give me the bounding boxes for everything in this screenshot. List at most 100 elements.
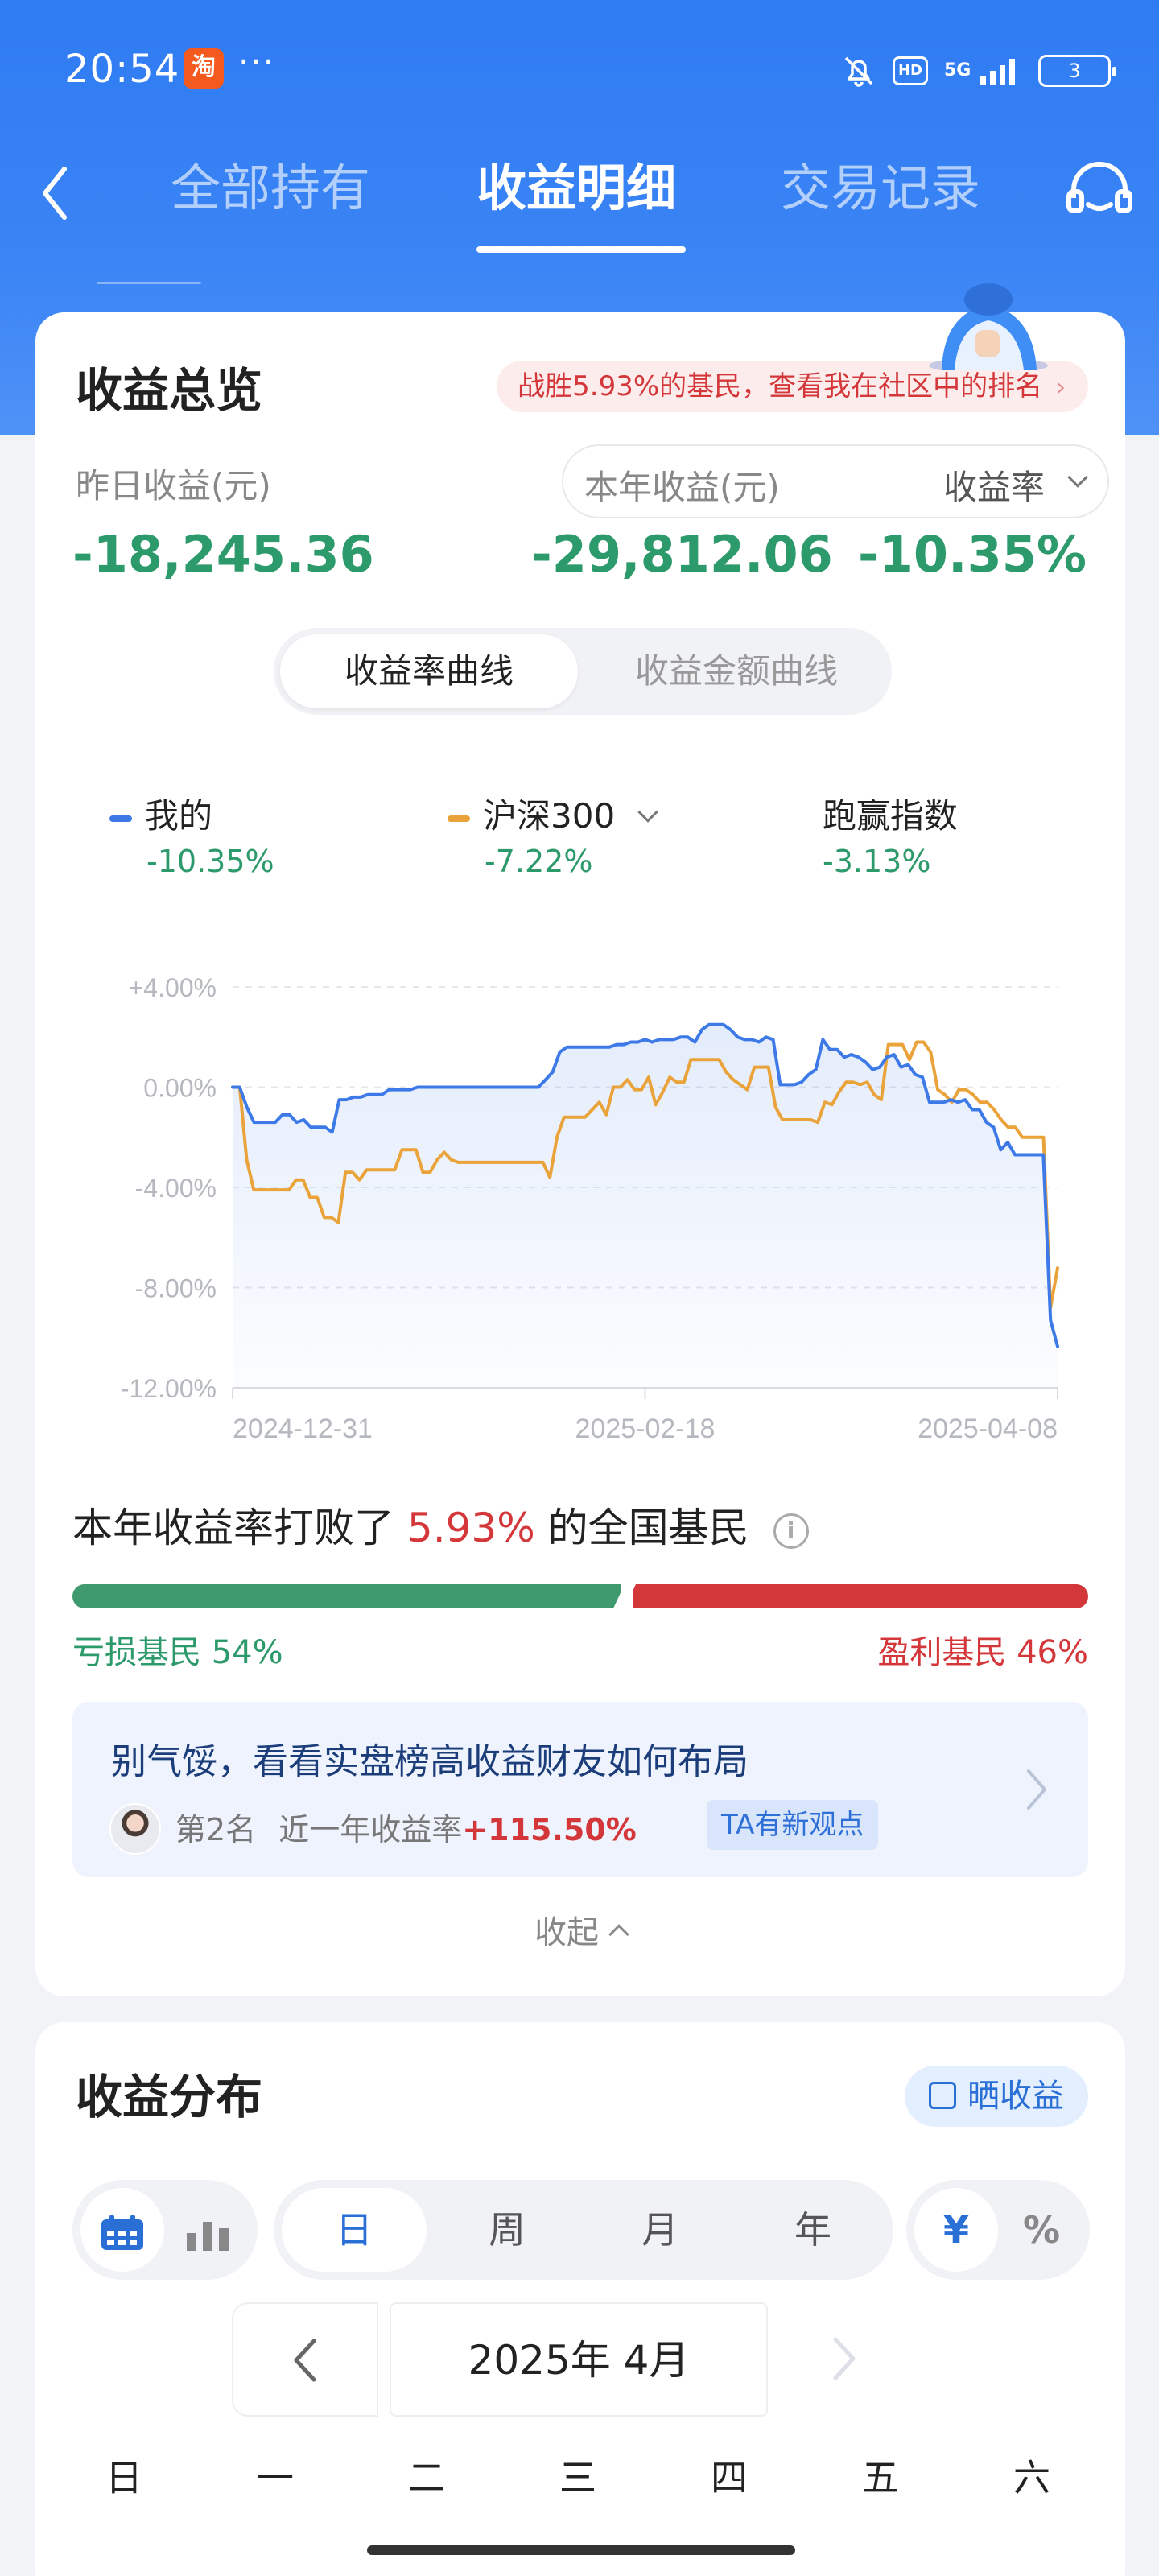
tab-profit-details[interactable]: 收益明细 (476, 148, 676, 229)
community-rank-text: 战胜5.93%的基民，查看我在社区中的排名 (518, 370, 1043, 402)
unit-yuan-button[interactable]: ¥ (914, 2188, 998, 2272)
year-rate-selector[interactable]: 本年收益(元) 收益率 (562, 444, 1109, 518)
new-view-badge: TA有新观点 (707, 1800, 879, 1850)
year-rate-value: -10.35% (858, 525, 1087, 584)
y-tick-label: -4.00% (135, 1174, 217, 1203)
calendar-icon (101, 2214, 143, 2250)
tab-trade-records[interactable]: 交易记录 (781, 148, 980, 229)
mascot-illustration (929, 283, 1048, 370)
rate-curve-tab[interactable]: 收益率曲线 (280, 634, 578, 708)
yesterday-profit-value: -18,245.36 (72, 525, 374, 584)
yesterday-profit-label: 昨日收益(元) (76, 466, 271, 506)
weekday-tue: 二 (408, 2456, 445, 2500)
hd-icon: HD (892, 56, 928, 85)
info-icon[interactable]: i (773, 1513, 809, 1549)
promo-headline: 别气馁，看看实盘榜高收益财友如何布局 (111, 1741, 749, 1782)
collapse-label: 收起 (534, 1914, 599, 1951)
prev-month-button[interactable] (232, 2302, 378, 2417)
weekday-mon: 一 (257, 2456, 294, 2500)
weekday-thu: 四 (711, 2456, 748, 2500)
legend-hs300-swatch (448, 815, 470, 822)
unit-switch: ¥ % (906, 2180, 1090, 2280)
amount-curve-tab[interactable]: 收益金额曲线 (588, 634, 885, 708)
curve-type-toggle: 收益率曲线 收益金额曲线 (274, 628, 892, 715)
status-bar: 20:54 淘 ··· HD 5G 3 (0, 0, 1159, 137)
signal-5g-icon: 5G (944, 57, 1022, 85)
weekday-wed: 三 (559, 2456, 596, 2500)
x-tick-label: 2024-12-31 (233, 1414, 373, 1444)
y-tick-label: -8.00% (135, 1274, 217, 1303)
mute-bell-icon (844, 56, 873, 87)
loss-investors-label: 亏损基民 54% (72, 1634, 283, 1671)
rate-selector-label: 收益率 (943, 468, 1046, 507)
legend-mine-label: 我的 (145, 796, 213, 836)
x-tick-label: 2025-04-08 (918, 1414, 1058, 1444)
unit-percent-button[interactable]: % (1000, 2188, 1083, 2272)
overview-title: 收益总览 (76, 363, 263, 418)
legend-hs300-pct: -7.22% (485, 844, 593, 879)
chevron-left-icon (294, 2339, 316, 2382)
status-time: 20:54 (64, 47, 180, 92)
mine-series-area (233, 1024, 1058, 1388)
calendar-view-button[interactable] (80, 2188, 164, 2272)
promo-metric: 近一年收益率 (278, 1812, 463, 1847)
back-arrow-icon[interactable] (29, 155, 77, 232)
y-tick-label: 0.00% (143, 1074, 217, 1103)
weekday-sat: 六 (1013, 2456, 1050, 2500)
active-tab-indicator (476, 246, 686, 253)
chevron-down-icon (1067, 467, 1088, 488)
view-mode-switch (72, 2180, 258, 2280)
y-tick-label: -12.00% (121, 1374, 217, 1403)
legend-hs300-label: 沪深300 (483, 796, 616, 836)
win-share-bar (633, 1584, 1088, 1608)
chevron-right-icon: › (1056, 374, 1066, 402)
legend-mine-swatch (109, 815, 132, 822)
more-notifications-icon: ··· (238, 42, 276, 81)
home-indicator[interactable] (367, 2545, 795, 2555)
period-month-tab[interactable]: 月 (588, 2188, 732, 2272)
loss-win-bar (72, 1581, 1088, 1612)
promo-rank-line: 第2名 近一年收益率+115.50% (175, 1805, 637, 1849)
current-month[interactable]: 2025年 4月 (390, 2302, 768, 2417)
bar-chart-icon (187, 2221, 229, 2251)
share-profit-button[interactable]: 晒收益 (905, 2066, 1088, 2127)
share-profit-label: 晒收益 (967, 2078, 1064, 2115)
distribution-title: 收益分布 (76, 2070, 263, 2124)
period-day-tab[interactable]: 日 (282, 2188, 427, 2272)
bar-chart-view-button[interactable] (166, 2188, 250, 2272)
year-profit-label: 本年收益(元) (584, 468, 780, 507)
avatar (109, 1803, 161, 1855)
header-divider (97, 282, 201, 284)
legend-mine-pct: -10.35% (146, 844, 274, 879)
collapse-button[interactable]: 收起 (35, 1906, 1125, 1953)
battery-icon: 3 (1038, 55, 1116, 87)
chevron-right-icon (1027, 1769, 1046, 1810)
loss-share-bar (72, 1584, 621, 1608)
promo-rank: 第2名 (175, 1812, 257, 1847)
legend-outperform-pct: -3.13% (823, 844, 931, 879)
chevron-down-icon (637, 802, 658, 823)
top-nav: 全部持有 收益明细 交易记录 (0, 137, 1159, 284)
overview-card: 收益总览 战胜5.93%的基民，查看我在社区中的排名 › 昨日收益(元) 本年收… (35, 312, 1125, 1996)
chevron-up-icon (608, 1924, 629, 1945)
leaderboard-promo[interactable]: 别气馁，看看实盘榜高收益财友如何布局 第2名 近一年收益率+115.50% TA… (72, 1702, 1088, 1877)
signal-bars-icon (980, 59, 1015, 85)
beat-prefix: 本年收益率打败了 (72, 1505, 394, 1551)
period-week-tab[interactable]: 周 (435, 2188, 580, 2272)
next-month-icon (833, 2337, 856, 2380)
share-icon (929, 2082, 956, 2109)
x-tick-label: 2025-02-18 (575, 1414, 716, 1444)
legend-outperform-label: 跑赢指数 (823, 796, 959, 836)
period-year-tab[interactable]: 年 (740, 2188, 885, 2272)
promo-gain: +115.50% (462, 1812, 637, 1847)
signal-5g-label: 5G (943, 60, 971, 80)
weekday-fri: 五 (862, 2456, 899, 2500)
tab-all-holdings[interactable]: 全部持有 (171, 148, 370, 229)
beat-percent: 5.93% (406, 1505, 535, 1551)
customer-service-icon[interactable] (1059, 153, 1140, 233)
weekday-sun: 日 (105, 2456, 142, 2500)
year-profit-value: -29,812.06 (531, 525, 833, 584)
legend-hs300[interactable]: 沪深300 (448, 789, 658, 838)
beat-summary: 本年收益率打败了 5.93% 的全国基民 i (72, 1496, 809, 1554)
period-switch: 日 周 月 年 (274, 2180, 893, 2280)
